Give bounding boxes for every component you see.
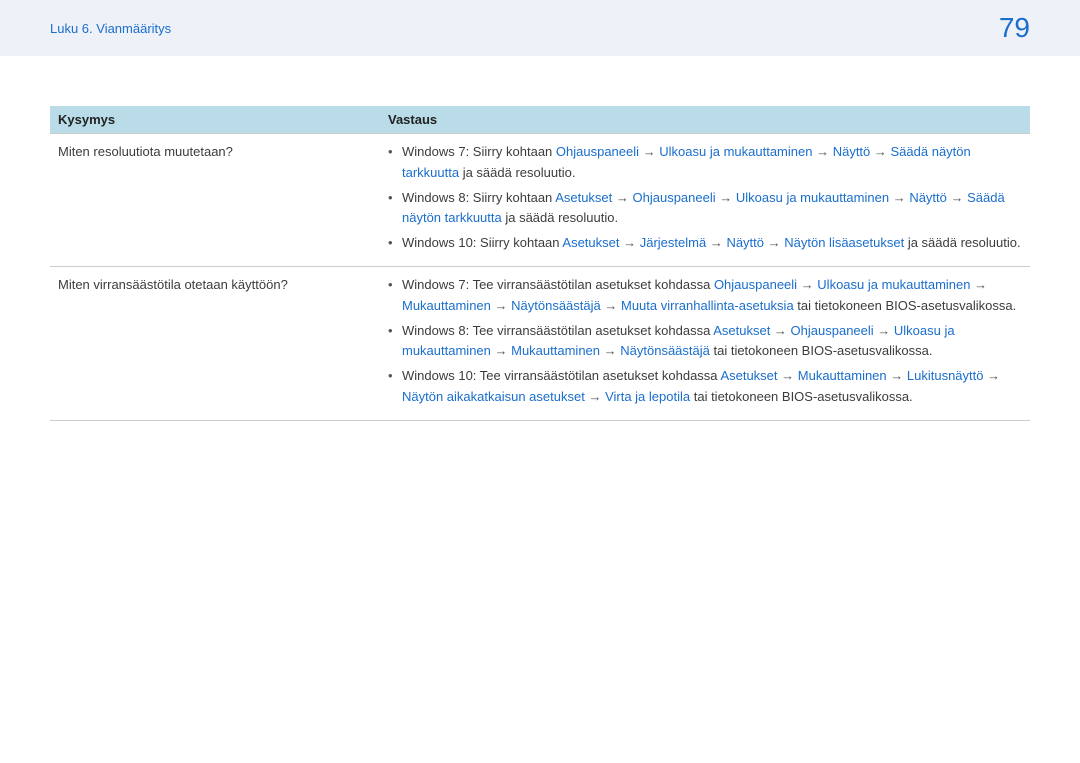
nav-path-step[interactable]: Näyttö	[833, 144, 871, 159]
arrow-icon: →	[797, 277, 817, 292]
col-question-header: Kysymys	[50, 106, 380, 134]
question-cell: Miten resoluutiota muutetaan?	[50, 134, 380, 267]
arrow-icon: →	[887, 368, 907, 383]
arrow-icon: →	[984, 368, 1001, 383]
answer-suffix: ja säädä resoluutio.	[904, 235, 1020, 250]
nav-path-step[interactable]: Asetukset	[713, 323, 770, 338]
nav-path-step[interactable]: Muuta virranhallinta-asetuksia	[621, 298, 794, 313]
arrow-icon: →	[639, 144, 659, 159]
answer-suffix: ja säädä resoluutio.	[502, 210, 618, 225]
nav-path-step[interactable]: Järjestelmä	[640, 235, 706, 250]
answer-suffix: ja säädä resoluutio.	[459, 165, 575, 180]
answer-prefix: Windows 7: Siirry kohtaan	[402, 144, 556, 159]
question-cell: Miten virransäästötila otetaan käyttöön?	[50, 266, 380, 420]
answer-suffix: tai tietokoneen BIOS-asetusvalikossa.	[794, 298, 1017, 313]
page-number: 79	[999, 12, 1030, 44]
nav-path-step[interactable]: Asetukset	[555, 190, 612, 205]
arrow-icon: →	[585, 389, 605, 404]
table-row: Miten virransäästötila otetaan käyttöön?…	[50, 266, 1030, 420]
list-item: Windows 10: Tee virransäästötilan asetuk…	[388, 366, 1022, 408]
answer-cell: Windows 7: Tee virransäästötilan asetuks…	[380, 266, 1030, 420]
answer-list: Windows 7: Siirry kohtaan Ohjauspaneeli …	[388, 142, 1022, 254]
list-item: Windows 7: Siirry kohtaan Ohjauspaneeli …	[388, 142, 1022, 184]
nav-path-step[interactable]: Virta ja lepotila	[605, 389, 690, 404]
arrow-icon: →	[706, 235, 726, 250]
content-area: Kysymys Vastaus Miten resoluutiota muute…	[0, 56, 1080, 421]
arrow-icon: →	[971, 277, 988, 292]
answer-suffix: tai tietokoneen BIOS-asetusvalikossa.	[690, 389, 913, 404]
nav-path-step[interactable]: Ohjauspaneeli	[633, 190, 716, 205]
qa-table: Kysymys Vastaus Miten resoluutiota muute…	[50, 106, 1030, 421]
nav-path-step[interactable]: Ohjauspaneeli	[791, 323, 874, 338]
arrow-icon: →	[870, 144, 890, 159]
nav-path-step[interactable]: Näyttö	[726, 235, 764, 250]
arrow-icon: →	[620, 235, 640, 250]
nav-path-step[interactable]: Lukitusnäyttö	[907, 368, 984, 383]
arrow-icon: →	[874, 323, 894, 338]
nav-path-step[interactable]: Asetukset	[562, 235, 619, 250]
breadcrumb[interactable]: Luku 6. Vianmääritys	[50, 21, 171, 36]
nav-path-step[interactable]: Näyttö	[909, 190, 947, 205]
nav-path-step[interactable]: Ulkoasu ja mukauttaminen	[659, 144, 812, 159]
list-item: Windows 10: Siirry kohtaan Asetukset → J…	[388, 233, 1022, 254]
arrow-icon: →	[764, 235, 784, 250]
answer-cell: Windows 7: Siirry kohtaan Ohjauspaneeli …	[380, 134, 1030, 267]
answer-prefix: Windows 8: Siirry kohtaan	[402, 190, 555, 205]
nav-path-step[interactable]: Näytönsäästäjä	[620, 343, 710, 358]
nav-path-step[interactable]: Mukauttaminen	[402, 298, 491, 313]
nav-path-step[interactable]: Ulkoasu ja mukauttaminen	[817, 277, 970, 292]
nav-path-step[interactable]: Näytönsäästäjä	[511, 298, 601, 313]
nav-path-step[interactable]: Ulkoasu ja mukauttaminen	[736, 190, 889, 205]
arrow-icon: →	[889, 190, 909, 205]
nav-path-step[interactable]: Ohjauspaneeli	[714, 277, 797, 292]
nav-path-step[interactable]: Mukauttaminen	[511, 343, 600, 358]
list-item: Windows 7: Tee virransäästötilan asetuks…	[388, 275, 1022, 317]
list-item: Windows 8: Tee virransäästötilan asetuks…	[388, 321, 1022, 363]
nav-path-step[interactable]: Näytön aikakatkaisun asetukset	[402, 389, 585, 404]
answer-prefix: Windows 8: Tee virransäästötilan asetuks…	[402, 323, 713, 338]
nav-path-step[interactable]: Mukauttaminen	[798, 368, 887, 383]
table-header-row: Kysymys Vastaus	[50, 106, 1030, 134]
arrow-icon: →	[947, 190, 967, 205]
arrow-icon: →	[812, 144, 832, 159]
arrow-icon: →	[770, 323, 790, 338]
nav-path-step[interactable]: Asetukset	[720, 368, 777, 383]
answer-prefix: Windows 10: Siirry kohtaan	[402, 235, 562, 250]
arrow-icon: →	[778, 368, 798, 383]
list-item: Windows 8: Siirry kohtaan Asetukset → Oh…	[388, 188, 1022, 230]
arrow-icon: →	[601, 298, 621, 313]
arrow-icon: →	[491, 298, 511, 313]
table-row: Miten resoluutiota muutetaan?Windows 7: …	[50, 134, 1030, 267]
answer-list: Windows 7: Tee virransäästötilan asetuks…	[388, 275, 1022, 408]
nav-path-step[interactable]: Näytön lisäasetukset	[784, 235, 904, 250]
arrow-icon: →	[716, 190, 736, 205]
answer-suffix: tai tietokoneen BIOS-asetusvalikossa.	[710, 343, 933, 358]
arrow-icon: →	[491, 343, 511, 358]
header-bar: Luku 6. Vianmääritys 79	[0, 0, 1080, 56]
answer-prefix: Windows 10: Tee virransäästötilan asetuk…	[402, 368, 720, 383]
arrow-icon: →	[600, 343, 620, 358]
col-answer-header: Vastaus	[380, 106, 1030, 134]
answer-prefix: Windows 7: Tee virransäästötilan asetuks…	[402, 277, 714, 292]
nav-path-step[interactable]: Ohjauspaneeli	[556, 144, 639, 159]
arrow-icon: →	[612, 190, 632, 205]
